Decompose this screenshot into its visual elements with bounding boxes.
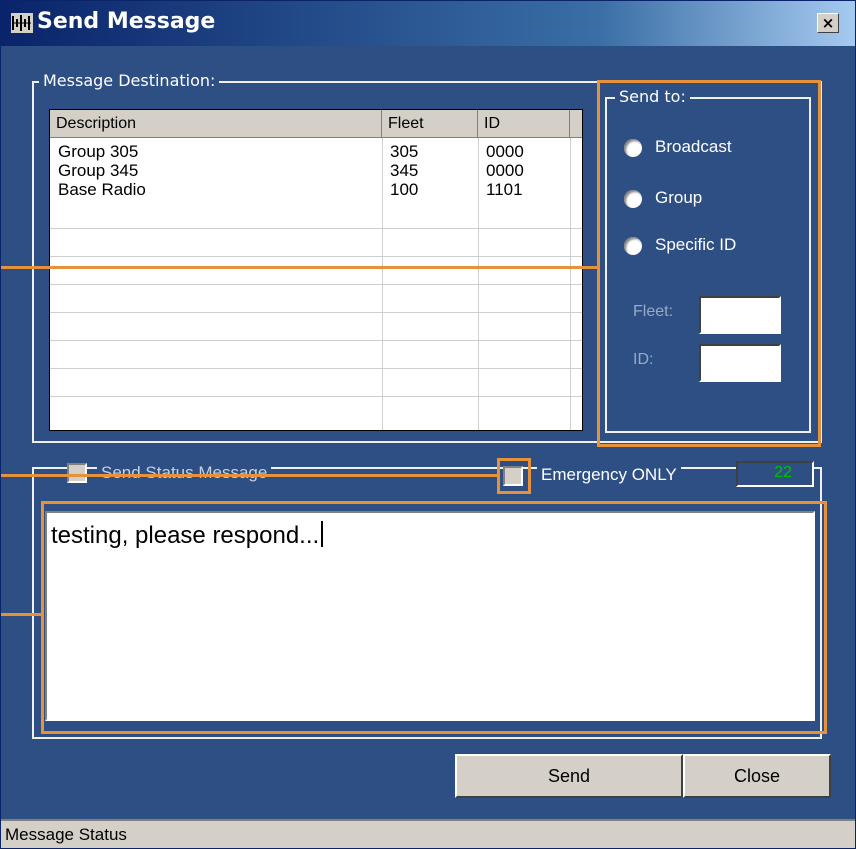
emergency-label[interactable]: Emergency ONLY — [537, 465, 681, 485]
cell-description: Group 345 — [58, 161, 139, 180]
cell-id: 1101 — [486, 180, 523, 199]
char-count-display: 22 — [736, 461, 814, 487]
app-icon — [11, 13, 33, 33]
column-header-description[interactable]: Description — [50, 110, 382, 138]
column-header-fleet[interactable]: Fleet — [382, 110, 478, 138]
cell-fleet: 345 — [390, 161, 419, 180]
title-bar: Send Message × — [1, 1, 855, 46]
column-header-id[interactable]: ID — [478, 110, 570, 138]
status-text: Message Status — [5, 825, 127, 844]
status-bar: Message Status — [1, 819, 855, 848]
close-window-button[interactable]: × — [817, 13, 839, 33]
cell-fleet: 100 — [390, 180, 419, 199]
annotation-emergency-line — [1, 474, 499, 477]
annotation-emergency-highlight — [497, 458, 531, 494]
annotation-message-line — [1, 613, 43, 616]
grid-line — [50, 256, 582, 257]
grid-line — [50, 368, 582, 369]
send-button[interactable]: Send — [455, 754, 683, 798]
grid-line — [50, 340, 582, 341]
annotation-send-to-highlight — [597, 80, 821, 447]
destination-grid[interactable]: Description Fleet ID Group 305 305 0000 … — [49, 109, 583, 431]
window-title: Send Message — [37, 9, 216, 34]
column-header-filler — [570, 110, 582, 138]
annotation-message-highlight — [41, 501, 827, 734]
cell-description: Group 305 — [58, 142, 139, 161]
cell-description: Base Radio — [58, 180, 146, 199]
close-button[interactable]: Close — [683, 754, 831, 798]
message-destination-legend: Message Destination: — [39, 71, 220, 90]
char-count-value: 22 — [774, 464, 792, 481]
cell-id: 0000 — [486, 161, 524, 180]
annotation-send-to-line — [1, 266, 599, 269]
grid-line — [50, 312, 582, 313]
grid-line — [50, 396, 582, 397]
grid-line — [50, 284, 582, 285]
grid-line — [50, 228, 582, 229]
send-message-dialog: Send Message × Message Destination: Desc… — [0, 0, 856, 849]
cell-id: 0000 — [486, 142, 524, 161]
send-status-checkbox[interactable] — [67, 463, 87, 483]
send-status-label[interactable]: Send Status Message — [97, 463, 272, 483]
cell-fleet: 305 — [390, 142, 419, 161]
